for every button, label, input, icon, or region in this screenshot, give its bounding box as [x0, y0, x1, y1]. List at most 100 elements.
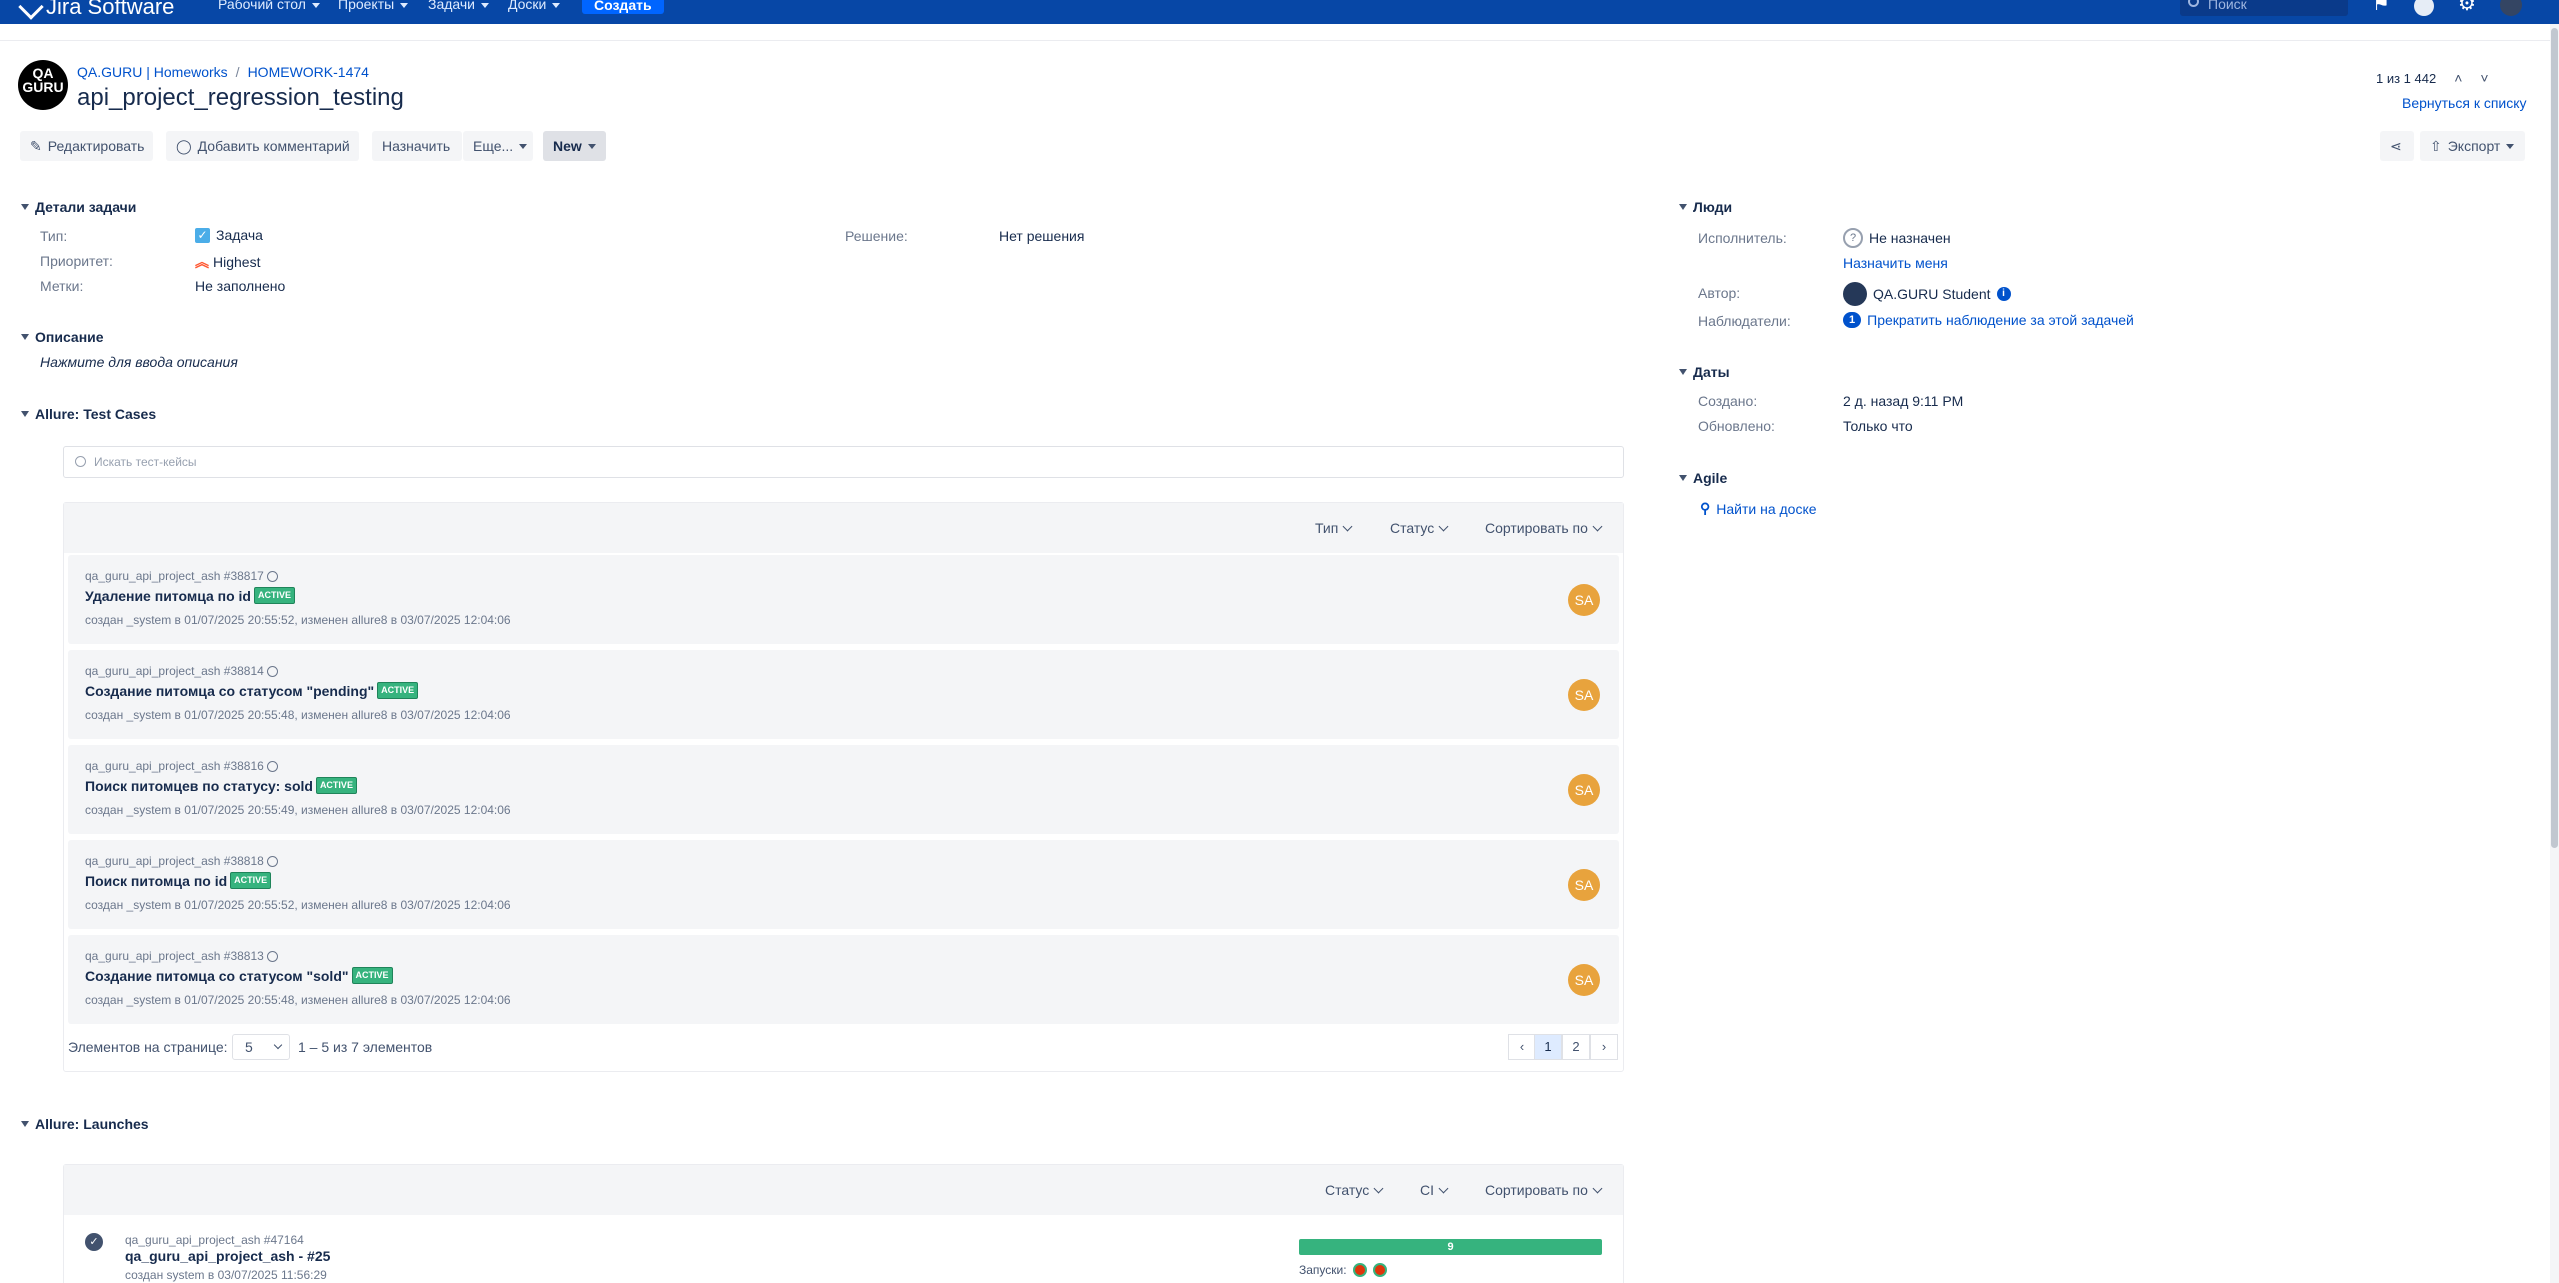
test-case-id: qa_guru_api_project_ash #38817: [85, 569, 264, 583]
chevron-up-icon[interactable]: ˄: [2454, 70, 2462, 86]
test-case-title: Создание питомца со статусом "sold": [85, 967, 349, 984]
chevron-down-icon[interactable]: ˅: [2480, 70, 2488, 86]
global-search-input[interactable]: Поиск: [2180, 0, 2348, 16]
share-button[interactable]: ⋖: [2380, 131, 2414, 161]
scrollbar-thumb[interactable]: [2551, 28, 2558, 848]
breadcrumb-project[interactable]: QA.GURU | Homeworks: [77, 64, 228, 80]
per-page-value: 5: [245, 1039, 253, 1055]
breadcrumb-issue-key[interactable]: HOMEWORK-1474: [248, 64, 369, 80]
find-on-board-link[interactable]: ⚲ Найти на доске: [1700, 500, 1817, 517]
labels-value[interactable]: Не заполнено: [195, 278, 285, 294]
comment-label: Добавить комментарий: [197, 138, 350, 154]
avatar: SA: [1568, 774, 1600, 806]
test-case-meta: qa_guru_api_project_ash #38813: [85, 949, 278, 963]
assign-to-me-link[interactable]: Назначить меня: [1843, 255, 1948, 271]
test-case-row[interactable]: qa_guru_api_project_ash #38817 Удаление …: [68, 555, 1619, 644]
gear-icon[interactable]: ⚙: [2458, 0, 2478, 14]
launch-name[interactable]: qa_guru_api_project_ash - #25: [125, 1248, 330, 1264]
filter-sort[interactable]: Сортировать по: [1485, 520, 1603, 536]
chevron-down-icon: [311, 2, 320, 8]
nav-menu-projects[interactable]: Проекты: [338, 0, 409, 12]
assign-button[interactable]: Назначить: [372, 131, 462, 161]
test-case-info: создан _system в 01/07/2025 20:55:49, из…: [85, 803, 511, 817]
filter-type[interactable]: Тип: [1315, 520, 1353, 536]
test-case-id: qa_guru_api_project_ash #38813: [85, 949, 264, 963]
test-case-name[interactable]: Удаление питомца по id ACTIVE: [85, 587, 295, 604]
nav-menu-dashboards[interactable]: Рабочий стол: [218, 0, 320, 12]
share-icon: ⋖: [2390, 138, 2402, 154]
help-icon[interactable]: [2414, 0, 2434, 16]
run-status-icon[interactable]: [1352, 1263, 1367, 1277]
test-case-search-input[interactable]: Искать тест-кейсы: [63, 446, 1624, 478]
launch-result-bar: 9: [1299, 1239, 1602, 1255]
reporter-value[interactable]: QA.GURU Student i: [1843, 282, 2011, 306]
dates-section-toggle[interactable]: Даты: [1679, 364, 1730, 380]
page-title[interactable]: api_project_regression_testing: [77, 84, 404, 112]
test-case-info: создан _system в 01/07/2025 20:55:52, из…: [85, 898, 511, 912]
description-section-toggle[interactable]: Описание: [21, 329, 104, 345]
labels-label: Метки:: [40, 278, 84, 294]
status-button[interactable]: New: [543, 131, 606, 161]
test-case-name[interactable]: Поиск питомцев по статусу: sold ACTIVE: [85, 777, 357, 794]
prev-page-button[interactable]: ‹: [1508, 1034, 1536, 1060]
test-case-row[interactable]: qa_guru_api_project_ash #38816 Поиск пит…: [68, 745, 1619, 834]
test-case-name[interactable]: Создание питомца со статусом "sold" ACTIV…: [85, 967, 393, 984]
next-page-button[interactable]: ›: [1590, 1034, 1618, 1060]
stop-watching-link[interactable]: Прекратить наблюдение за этой задачей: [1867, 312, 2134, 328]
agile-section-toggle[interactable]: Agile: [1679, 470, 1727, 486]
test-case-id: qa_guru_api_project_ash #38814: [85, 664, 264, 678]
watchers-value[interactable]: 1 Прекратить наблюдение за этой задачей: [1843, 312, 2134, 328]
create-button[interactable]: Создать: [582, 0, 664, 14]
filter-sort[interactable]: Сортировать по: [1485, 1182, 1603, 1198]
pager-text: 1 из 1 442: [2376, 70, 2437, 86]
search-placeholder: Искать тест-кейсы: [94, 455, 197, 469]
search-icon: [2188, 0, 2199, 7]
jira-logo[interactable]: Jira Software: [18, 0, 174, 20]
info-icon[interactable]: i: [1996, 287, 2011, 301]
launches-section-toggle[interactable]: Allure: Launches: [21, 1116, 149, 1132]
back-to-list-link[interactable]: Вернуться к списку: [2402, 95, 2527, 111]
chevron-down-icon: [21, 204, 29, 210]
more-button[interactable]: Еще...: [463, 131, 533, 161]
project-avatar[interactable]: QA GURU: [18, 60, 68, 110]
add-comment-button[interactable]: ◯ Добавить комментарий: [166, 131, 359, 161]
details-section-toggle[interactable]: Детали задачи: [21, 199, 136, 215]
description-field[interactable]: Нажмите для ввода описания: [40, 354, 238, 370]
edit-label: Редактировать: [47, 138, 145, 154]
test-case-name[interactable]: Создание питомца со статусом "pending" AC…: [85, 682, 419, 699]
chevron-down-icon: [587, 143, 596, 149]
page-2-button[interactable]: 2: [1562, 1034, 1590, 1060]
chevron-down-icon: [21, 1121, 29, 1127]
priority-label: Приоритет:: [40, 253, 113, 269]
test-cases-section-toggle[interactable]: Allure: Test Cases: [21, 406, 156, 422]
test-case-row[interactable]: qa_guru_api_project_ash #38814 Создание …: [68, 650, 1619, 739]
person-icon: [266, 950, 278, 962]
nav-menu-label: Задачи: [428, 0, 476, 12]
person-icon: [266, 760, 278, 772]
filter-label: Сортировать по: [1485, 520, 1588, 536]
filter-ci[interactable]: CI: [1420, 1182, 1449, 1198]
assignee-text: Не назначен: [1869, 230, 1951, 246]
page-1-button[interactable]: 1: [1534, 1034, 1562, 1060]
user-avatar[interactable]: [2500, 0, 2522, 16]
launches-filter-bar: [64, 1165, 1623, 1215]
test-case-name[interactable]: Поиск питомца по id ACTIVE: [85, 872, 272, 889]
filter-label: CI: [1420, 1182, 1434, 1198]
filter-status[interactable]: Статус: [1325, 1182, 1384, 1198]
test-case-row[interactable]: qa_guru_api_project_ash #38813 Создание …: [68, 935, 1619, 1024]
export-button[interactable]: ⇧ Экспорт: [2420, 131, 2525, 161]
assign-label: Назначить: [382, 138, 451, 154]
people-section-toggle[interactable]: Люди: [1679, 199, 1732, 215]
per-page-select[interactable]: 5: [232, 1034, 290, 1060]
nav-menu-issues[interactable]: Задачи: [428, 0, 490, 12]
nav-menu-boards[interactable]: Доски: [508, 0, 561, 12]
notifications-icon[interactable]: ⚑: [2372, 0, 2392, 14]
task-icon: ✓: [195, 227, 210, 243]
edit-button[interactable]: ✎ Редактировать: [20, 131, 153, 161]
run-status-icon[interactable]: [1372, 1263, 1387, 1277]
updated-value: Только что: [1843, 418, 1913, 434]
section-heading: Agile: [1693, 470, 1728, 486]
filter-status[interactable]: Статус: [1390, 520, 1449, 536]
runs-label: Запуски:: [1299, 1263, 1347, 1277]
test-case-row[interactable]: qa_guru_api_project_ash #38818 Поиск пит…: [68, 840, 1619, 929]
